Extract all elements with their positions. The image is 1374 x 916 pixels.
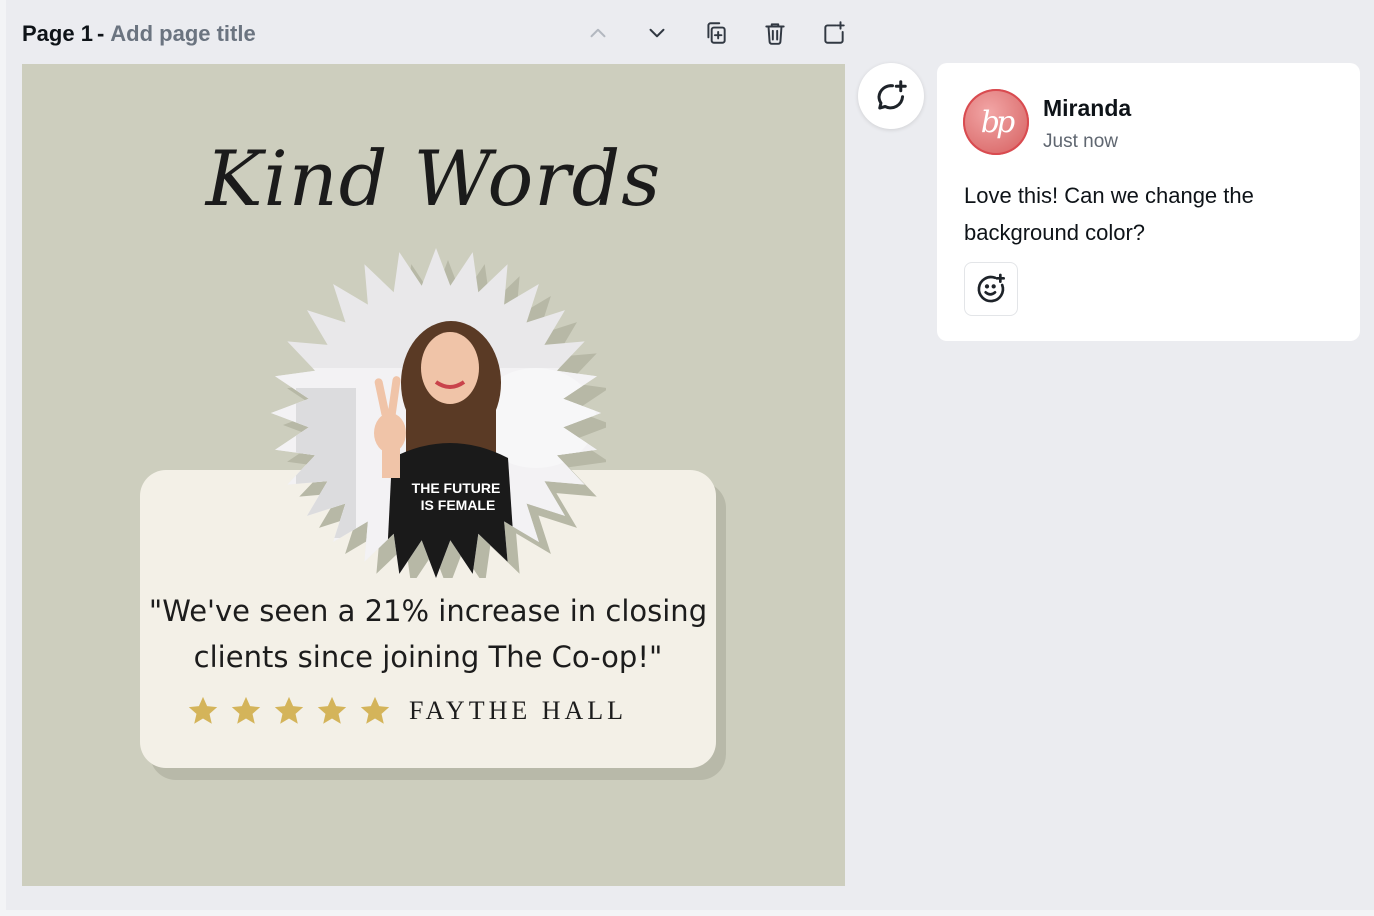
add-page-button[interactable] [804,16,863,50]
add-reaction-icon [977,273,1005,303]
star-icon [274,696,304,724]
add-reaction-button[interactable] [964,262,1018,316]
comment-timestamp: Just now [1043,131,1118,152]
chevron-down-icon [649,28,664,38]
star-icon [317,696,347,724]
design-canvas[interactable]: Kind Words THE FUTURE IS FEMALE "We've s… [22,64,845,886]
star-icon [231,696,261,724]
add-comment-icon [877,80,907,110]
quote-line-2: clients since joining The Co-op!" [193,640,663,674]
shirt-text-line1: THE FUTURE [412,480,501,496]
avatar-initials: bp [980,104,1015,140]
starburst-photo-frame[interactable]: THE FUTURE IS FEMALE [266,248,606,578]
commenter-name: Miranda [1043,95,1132,121]
page-label: Page 1 [22,21,93,46]
page-title-input[interactable]: Add page title [110,21,255,47]
testimonial-quote[interactable]: "We've seen a 21% increase in closing cl… [140,588,716,680]
add-comment-button[interactable] [858,63,924,129]
move-page-up-button[interactable] [568,16,627,50]
star-rating[interactable] [186,694,392,728]
chevron-up-icon [590,28,605,38]
page-toolbar [568,16,863,50]
duplicate-page-icon [706,22,726,44]
star-icon [188,696,218,724]
page-title-separator: - [96,21,105,46]
move-page-down-button[interactable] [627,16,686,50]
star-icon [360,696,390,724]
comment-text: Love this! Can we change the background … [964,183,1254,245]
delete-page-button[interactable] [745,16,804,50]
comment-card: bp Miranda Just now Love this! Can we ch… [937,63,1360,341]
trash-icon [764,23,785,45]
quote-line-1: "We've seen a 21% increase in closing [148,594,708,628]
rating-row: FAYTHE HALL [186,694,627,728]
page-header: Page 1 - Add page title [22,18,256,50]
shirt-text-line2: IS FEMALE [421,497,496,513]
design-title-text[interactable]: Kind Words [22,134,845,223]
author-name[interactable]: FAYTHE HALL [409,696,627,726]
avatar: bp [963,89,1029,155]
add-page-icon [823,21,845,44]
duplicate-page-button[interactable] [686,16,745,50]
